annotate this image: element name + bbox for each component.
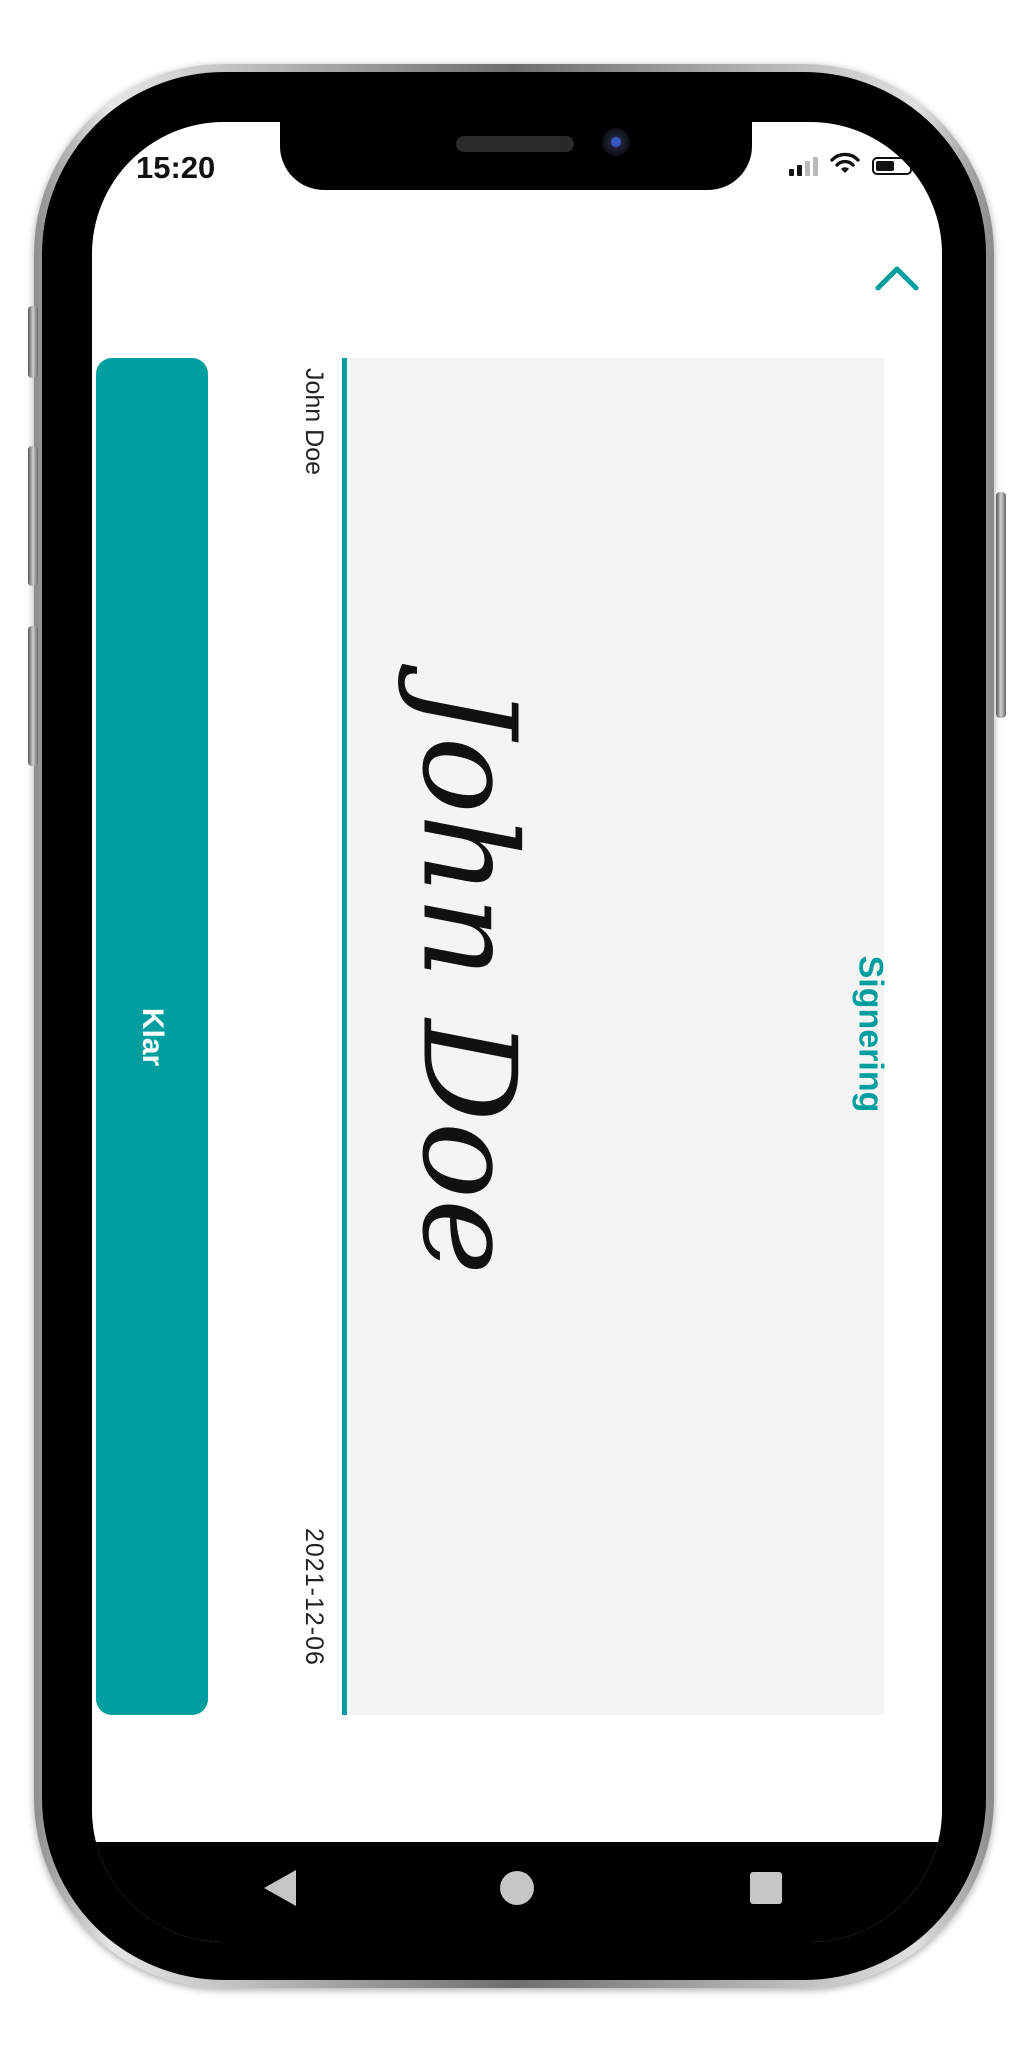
status-icons xyxy=(789,152,916,179)
signature-date: 2021-12-06 xyxy=(300,1528,328,1666)
done-button[interactable]: Klar xyxy=(96,358,208,1715)
done-button-label: Klar xyxy=(136,1007,169,1066)
silent-switch xyxy=(28,306,38,378)
chevron-up-icon[interactable] xyxy=(874,264,920,297)
status-time: 15:20 xyxy=(136,150,216,185)
volume-down-button xyxy=(28,626,38,766)
handwritten-signature: John Doe xyxy=(393,685,543,1275)
power-button xyxy=(996,492,1006,718)
volume-up-button xyxy=(28,446,38,586)
back-triangle-icon[interactable] xyxy=(262,1868,298,1913)
android-nav-bar xyxy=(92,1842,942,1942)
earpiece-speaker xyxy=(456,136,574,152)
wifi-icon xyxy=(830,152,860,179)
app-screen: 15:20 Klar John Doe 2021-12-06 John Doe … xyxy=(92,122,942,1942)
front-camera xyxy=(602,128,630,156)
signer-name: John Doe xyxy=(300,368,328,476)
page-title: Signering xyxy=(851,955,890,1113)
battery-level xyxy=(876,160,894,171)
cellular-signal-icon xyxy=(789,156,818,176)
battery-icon xyxy=(872,156,916,175)
notch xyxy=(280,122,752,190)
home-circle-icon[interactable] xyxy=(498,1868,536,1913)
signature-baseline xyxy=(342,358,347,1715)
recents-square-icon[interactable] xyxy=(748,1868,784,1913)
